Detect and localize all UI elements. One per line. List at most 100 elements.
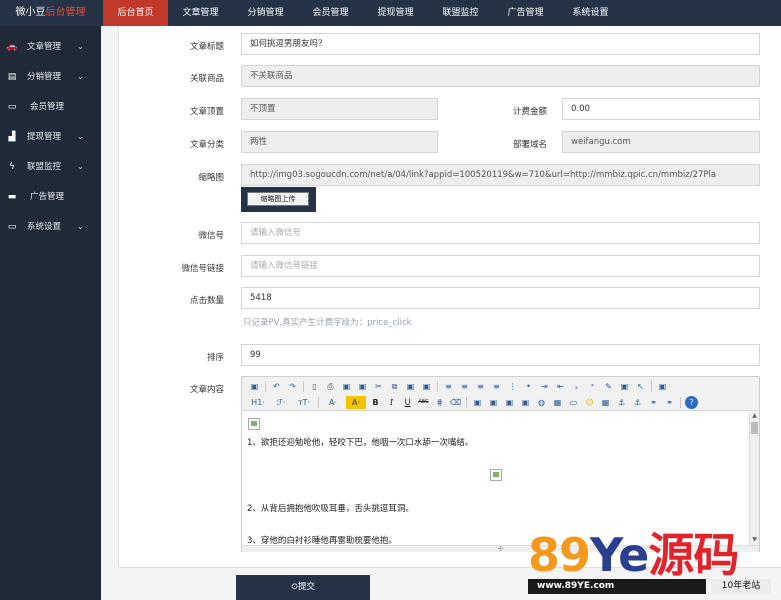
horizontal-rule-icon[interactable]: ▭ xyxy=(567,396,580,409)
amount-label: 计费金额 xyxy=(512,107,547,117)
clicks-input[interactable]: 5418 xyxy=(241,287,760,309)
align-center-icon[interactable]: ≡ xyxy=(458,380,471,393)
map-icon[interactable]: ▦ xyxy=(599,396,612,409)
domain-select[interactable]: weifangu.com xyxy=(562,131,760,153)
font-color-icon[interactable]: A· xyxy=(323,396,343,409)
sidebar-item-distribution[interactable]: ▤ 分销管理 ⌄ xyxy=(0,62,101,92)
article-form: 文章标题 如何挑逗男朋友吗？ 关联商品 不关联商品 文章顶置 不顶置 计费金额 … xyxy=(118,26,781,567)
unordered-list-icon[interactable]: • xyxy=(522,380,535,393)
copy-icon[interactable]: ⧉ xyxy=(388,380,401,393)
bolt-icon: ϟ xyxy=(9,162,15,172)
brand-suffix: 后台管理 xyxy=(45,7,86,18)
title-input[interactable]: 如何挑逗男朋友吗？ xyxy=(241,33,760,55)
category-select[interactable]: 两性 xyxy=(241,131,438,153)
table-icon[interactable]: ▦ xyxy=(551,396,564,409)
line-height-icon[interactable]: ⋕ xyxy=(433,396,446,409)
top-nav-distribution[interactable]: 分销管理 xyxy=(233,0,298,26)
paste-text-icon[interactable]: ▣ xyxy=(420,380,433,393)
toolbar-divider xyxy=(318,396,319,408)
main-content: 文章标题 如何挑逗男朋友吗？ 关联商品 不关联商品 文章顶置 不顶置 计费金额 … xyxy=(101,26,781,600)
sidebar-item-withdrawals[interactable]: ▟ 提现管理 ⌄ xyxy=(0,122,101,152)
top-nav-alliance[interactable]: 联盟监控 xyxy=(428,0,493,26)
thumbnail-upload-button[interactable]: 缩略图上传 xyxy=(247,192,309,206)
wechat-label: 微信号 xyxy=(198,231,224,241)
sidebar-item-articles[interactable]: 🚗 文章管理 ⌄ xyxy=(0,32,101,62)
justify-icon[interactable]: ≡ xyxy=(490,380,503,393)
outdent-icon[interactable]: ⇤ xyxy=(554,380,567,393)
remove-format-icon[interactable]: ⌫ xyxy=(449,396,462,409)
source-icon[interactable]: ▣ xyxy=(248,380,261,393)
top-nav-members[interactable]: 会员管理 xyxy=(298,0,363,26)
bold-icon[interactable]: B xyxy=(369,396,382,409)
sort-input[interactable]: 99 xyxy=(241,344,760,366)
cut-icon[interactable]: ✂ xyxy=(372,380,385,393)
strikethrough-icon[interactable]: ABC xyxy=(417,396,430,409)
ordered-list-icon[interactable]: ⋮ xyxy=(506,380,519,393)
scroll-up-icon[interactable]: ▲ xyxy=(751,412,758,420)
sidebar-item-settings[interactable]: ▭ 系统设置 ⌄ xyxy=(0,212,101,242)
help-icon[interactable]: ? xyxy=(685,395,698,409)
category-label: 文章分类 xyxy=(189,140,224,150)
heading-icon[interactable]: H1· xyxy=(248,396,268,409)
italic-icon[interactable]: I xyxy=(385,396,398,409)
font-family-icon[interactable]: ℱ· xyxy=(271,396,291,409)
print-icon[interactable]: ⎙ xyxy=(324,380,337,393)
anchor-icon[interactable]: ⚓ xyxy=(615,396,628,409)
top-nav-withdrawals[interactable]: 提现管理 xyxy=(363,0,428,26)
top-nav-settings[interactable]: 系统设置 xyxy=(558,0,623,26)
multi-image-icon[interactable]: ▣ xyxy=(487,396,500,409)
insert-file-icon[interactable]: ◍ xyxy=(535,396,548,409)
top-nav-articles[interactable]: 文章管理 xyxy=(168,0,233,26)
media-icon[interactable]: ▣ xyxy=(519,396,532,409)
scrollbar-thumb[interactable] xyxy=(751,422,758,434)
indent-icon[interactable]: ⇥ xyxy=(538,380,551,393)
toolbar-divider xyxy=(303,380,304,392)
select-all-icon[interactable]: ▣ xyxy=(618,380,631,393)
align-right-icon[interactable]: ≡ xyxy=(474,380,487,393)
flash-icon[interactable]: ▣ xyxy=(503,396,516,409)
top-nav-home[interactable]: 后台首页 xyxy=(103,0,168,26)
code-icon[interactable]: ▣ xyxy=(356,380,369,393)
submit-button[interactable]: ⊙提交 xyxy=(236,575,370,600)
image-icon[interactable]: ▣ xyxy=(471,396,484,409)
content-label: 文章内容 xyxy=(189,385,224,395)
editor-content[interactable]: 1、欲拒还迎勉呛他，轻咬下巴，他咽一次口水舔一次嘴结。 2、从背后拥抱他吹吸耳垂… xyxy=(242,412,748,545)
pin-select[interactable]: 不顶置 xyxy=(241,98,438,120)
amount-input[interactable]: 0.00 xyxy=(562,98,760,120)
clear-format-icon[interactable]: ✎ xyxy=(602,380,615,393)
chevron-down-icon: ⌄ xyxy=(77,162,84,171)
paste-icon[interactable]: ▣ xyxy=(404,380,417,393)
wechat-link-input[interactable]: 请输入微信号链接 xyxy=(241,255,760,277)
cursor-icon[interactable]: ↖ xyxy=(634,380,647,393)
wechat-input[interactable]: 请输入微信号 xyxy=(241,222,760,244)
highlight-icon[interactable]: A· xyxy=(346,395,366,409)
editor-toolbar: ▣ ↶ ↷ ▯ ⎙ ▣ ▣ ✂ ⧉ ▣ ▣ ≡ ≡ ≡ ≡ ⋮ • ⇥ ⇤ ₓ … xyxy=(242,377,759,411)
toolbar-divider xyxy=(265,380,266,392)
sidebar-item-members[interactable]: ▭ 会员管理 xyxy=(0,92,101,122)
preview-icon[interactable]: ▯ xyxy=(308,380,321,393)
subscript-icon[interactable]: ₓ xyxy=(570,380,583,393)
wechat-link-label: 微信号链接 xyxy=(181,264,224,274)
superscript-icon[interactable]: ˣ xyxy=(586,380,599,393)
product-select[interactable]: 不关联商品 xyxy=(241,65,760,87)
thumbnail-url-input[interactable]: http://img03.sogoucdn.com/net/a/04/link?… xyxy=(241,164,760,186)
redo-icon[interactable]: ↷ xyxy=(286,380,299,393)
toolbar-divider xyxy=(466,396,467,408)
align-left-icon[interactable]: ≡ xyxy=(442,380,455,393)
broken-image-icon xyxy=(248,418,260,430)
font-size-icon[interactable]: тT· xyxy=(294,396,314,409)
sidebar-item-ads[interactable]: ▬ 广告管理 xyxy=(0,182,101,212)
underline-icon[interactable]: U xyxy=(401,396,414,409)
editor-toolbar-row-1: ▣ ↶ ↷ ▯ ⎙ ▣ ▣ ✂ ⧉ ▣ ▣ ≡ ≡ ≡ ≡ ⋮ • ⇥ ⇤ ₓ … xyxy=(248,379,672,393)
top-nav-ads[interactable]: 广告管理 xyxy=(493,0,558,26)
brand-logo: 微小豆后台管理 xyxy=(0,0,101,26)
emoticon-icon[interactable]: ☺ xyxy=(583,396,596,409)
unlink-icon[interactable]: ⚭ xyxy=(663,396,676,409)
fullscreen-icon[interactable]: ▣ xyxy=(656,380,669,393)
link-icon[interactable]: ⚭ xyxy=(647,396,660,409)
undo-icon[interactable]: ↶ xyxy=(270,380,283,393)
sidebar-item-alliance[interactable]: ϟ 联盟监控 ⌄ xyxy=(0,152,101,182)
editor-scrollbar[interactable]: ▲ ▼ xyxy=(749,412,759,545)
template-icon[interactable]: ▣ xyxy=(340,380,353,393)
anchor-alt-icon[interactable]: ⚓ xyxy=(631,396,644,409)
